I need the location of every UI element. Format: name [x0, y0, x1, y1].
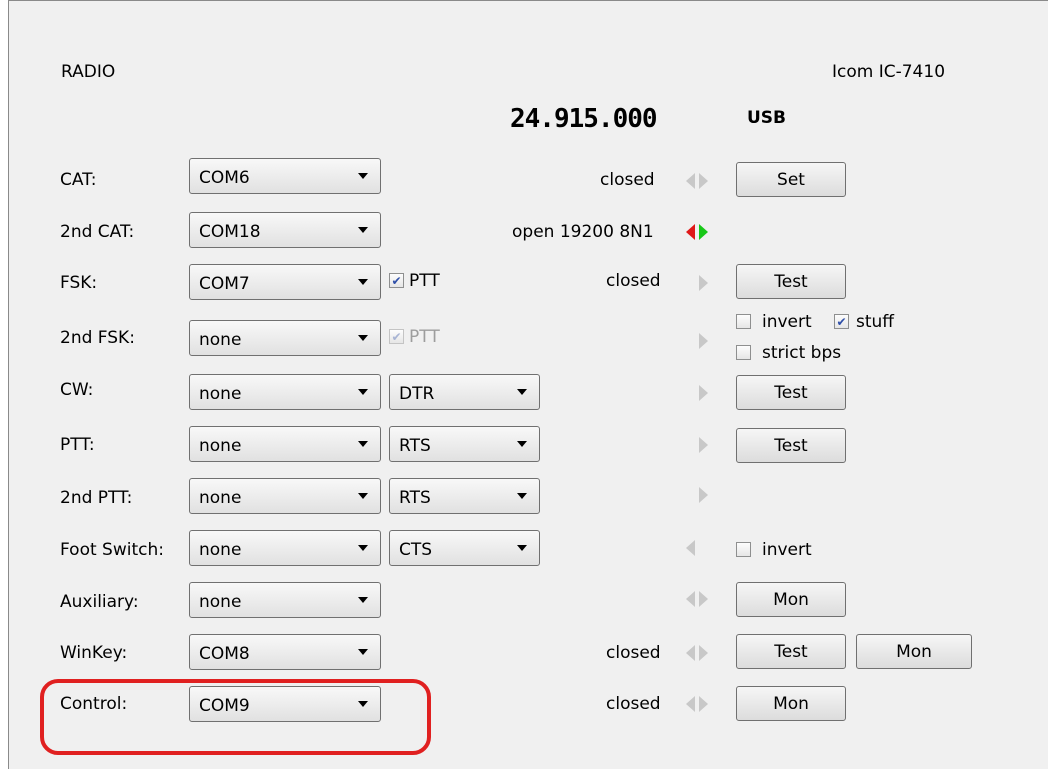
foot-switch-line-value: CTS: [399, 540, 433, 560]
cw-label: CW:: [60, 380, 94, 400]
fsk-test-button[interactable]: Test: [736, 264, 846, 299]
ptt2-line-value: RTS: [399, 488, 431, 508]
rx-indicator-icon: [686, 591, 695, 607]
control-mon-button[interactable]: Mon: [736, 686, 846, 721]
ptt-port-select[interactable]: none: [189, 426, 381, 462]
fsk2-stuff-checkbox[interactable]: ✔: [834, 314, 849, 329]
cat2-port-select[interactable]: COM18: [189, 212, 381, 248]
ptt2-port-value: none: [199, 488, 242, 508]
fsk2-port-value: none: [199, 330, 242, 350]
auxiliary-port-select[interactable]: none: [189, 582, 381, 618]
winkey-port-value: COM8: [199, 644, 250, 664]
fsk-status: closed: [606, 271, 661, 291]
cw-line-value: DTR: [399, 384, 435, 404]
cat2-label: 2nd CAT:: [60, 222, 135, 242]
chevron-down-icon: [358, 649, 368, 655]
cat-port-select[interactable]: COM6: [189, 158, 381, 194]
rx-indicator-icon: [686, 224, 695, 240]
ptt2-line-select[interactable]: RTS: [389, 478, 540, 514]
fsk-label: FSK:: [60, 273, 98, 293]
chevron-down-icon: [517, 389, 527, 395]
tx-indicator-icon: [699, 173, 708, 189]
cat2-port-value: COM18: [199, 222, 261, 242]
fsk-ptt-label: PTT: [409, 271, 440, 291]
chevron-down-icon: [517, 493, 527, 499]
ptt-line-select[interactable]: RTS: [389, 426, 540, 462]
cat-label: CAT:: [60, 170, 97, 190]
tx-indicator-icon: [699, 385, 708, 401]
fsk2-ptt-label: PTT: [409, 327, 440, 347]
rx-indicator-icon: [686, 645, 695, 661]
foot-switch-invert-label: invert: [762, 540, 812, 560]
chevron-down-icon: [358, 173, 368, 179]
winkey-mon-button[interactable]: Mon: [856, 634, 972, 669]
cw-line-select[interactable]: DTR: [389, 374, 540, 410]
control-status: closed: [606, 694, 661, 714]
cat-port-value: COM6: [199, 168, 250, 188]
winkey-test-button[interactable]: Test: [736, 634, 846, 669]
tx-indicator-icon: [699, 645, 708, 661]
tx-indicator-icon: [699, 487, 708, 503]
foot-switch-label: Foot Switch:: [60, 540, 164, 560]
tx-indicator-icon: [699, 437, 708, 453]
chevron-down-icon: [358, 545, 368, 551]
control-row-highlight: [40, 679, 431, 755]
chevron-down-icon: [358, 279, 368, 285]
fsk2-port-select[interactable]: none: [189, 320, 381, 356]
chevron-down-icon: [358, 389, 368, 395]
fsk-port-select[interactable]: COM7: [189, 264, 381, 300]
chevron-down-icon: [358, 493, 368, 499]
fsk2-strict-bps-checkbox[interactable]: [736, 345, 751, 360]
winkey-port-select[interactable]: COM8: [189, 634, 381, 670]
winkey-status: closed: [606, 643, 661, 663]
rx-indicator-icon: [686, 173, 695, 189]
tx-indicator-icon: [699, 224, 708, 240]
auxiliary-mon-button[interactable]: Mon: [736, 582, 846, 617]
section-title: RADIO: [61, 62, 116, 82]
cat-status: closed: [600, 170, 655, 190]
ptt-port-value: none: [199, 436, 242, 456]
chevron-down-icon: [358, 441, 368, 447]
cw-port-select[interactable]: none: [189, 374, 381, 410]
ptt2-port-select[interactable]: none: [189, 478, 381, 514]
auxiliary-label: Auxiliary:: [60, 592, 139, 612]
cw-test-button[interactable]: Test: [736, 375, 846, 410]
foot-switch-invert-checkbox[interactable]: [736, 542, 751, 557]
fsk2-strict-bps-label: strict bps: [762, 343, 842, 363]
fsk2-invert-checkbox[interactable]: [736, 314, 751, 329]
frequency-display: 24.915.000: [510, 104, 658, 134]
fsk-ptt-checkbox[interactable]: ✔: [389, 273, 404, 288]
fsk2-ptt-checkbox[interactable]: ✔: [389, 329, 404, 344]
foot-switch-port-select[interactable]: none: [189, 530, 381, 566]
fsk2-stuff-label: stuff: [856, 312, 895, 332]
chevron-down-icon: [358, 597, 368, 603]
ptt-test-button[interactable]: Test: [736, 428, 846, 463]
cw-port-value: none: [199, 384, 242, 404]
tx-indicator-icon: [699, 591, 708, 607]
fsk2-label: 2nd FSK:: [60, 328, 135, 348]
foot-switch-line-select[interactable]: CTS: [389, 530, 540, 566]
radio-model: Icom IC-7410: [832, 62, 946, 82]
auxiliary-port-value: none: [199, 592, 242, 612]
tx-indicator-icon: [699, 333, 708, 349]
foot-switch-port-value: none: [199, 540, 242, 560]
ptt2-label: 2nd PTT:: [60, 488, 133, 508]
chevron-down-icon: [517, 545, 527, 551]
tx-indicator-icon: [699, 275, 708, 291]
chevron-down-icon: [358, 227, 368, 233]
cat2-status: open 19200 8N1: [512, 222, 654, 242]
chevron-down-icon: [517, 441, 527, 447]
rx-indicator-icon: [686, 696, 695, 712]
winkey-label: WinKey:: [60, 643, 128, 663]
mode-display: USB: [747, 108, 787, 128]
chevron-down-icon: [358, 335, 368, 341]
fsk2-invert-label: invert: [762, 312, 812, 332]
rx-indicator-icon: [686, 540, 695, 556]
cat-set-button[interactable]: Set: [736, 162, 846, 197]
fsk-port-value: COM7: [199, 274, 250, 294]
tx-indicator-icon: [699, 696, 708, 712]
ptt-label: PTT:: [60, 435, 95, 455]
ptt-line-value: RTS: [399, 436, 431, 456]
